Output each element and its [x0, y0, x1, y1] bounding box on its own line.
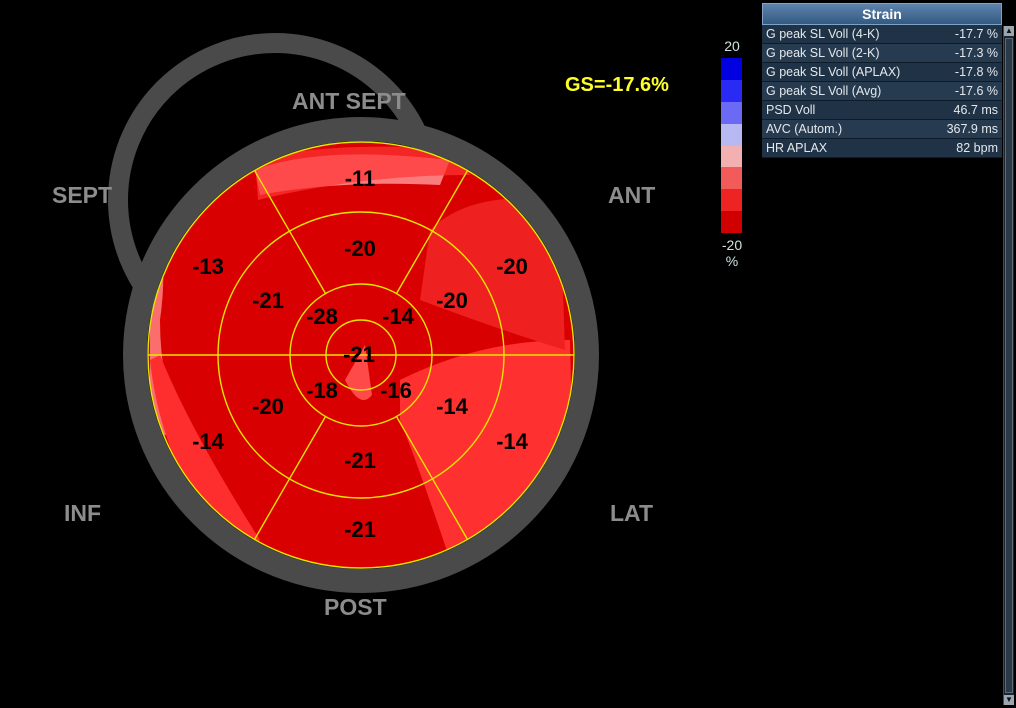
strain-row[interactable]: AVC (Autom.) 367.9 ms	[762, 120, 1002, 139]
segment-apical-anterior: -14	[382, 304, 415, 329]
segment-basal-anterolateral: -20	[496, 254, 528, 279]
scale-swatch	[721, 145, 742, 168]
strain-panel: Strain G peak SL Voll (4-K) -17.7 % G peak…	[762, 3, 1014, 705]
color-scale: 20 -20 %	[715, 38, 749, 269]
segment-apical-septal: -28	[306, 304, 338, 329]
strain-row-label: G peak SL Voll (APLAX)	[766, 65, 901, 79]
bullseye-view: -11 -20 -14 -21 -14 -13 -20 -20 -14 -21 …	[0, 0, 1016, 708]
label-sept: SEPT	[52, 182, 113, 208]
segment-basal-inferior: -21	[344, 517, 376, 542]
strain-row-value: -17.6 %	[954, 84, 998, 98]
strain-row[interactable]: G peak SL Voll (Avg) -17.6 %	[762, 82, 1002, 101]
scale-swatch	[721, 211, 742, 233]
segment-basal-inferolateral: -14	[496, 429, 529, 454]
label-ant: ANT	[608, 182, 656, 208]
strain-row[interactable]: PSD Voll 46.7 ms	[762, 101, 1002, 120]
strain-row-label: G peak SL Voll (Avg)	[766, 84, 882, 98]
scale-min-label: -20	[721, 237, 743, 253]
strain-row[interactable]: G peak SL Voll (4-K) -17.7 %	[762, 25, 1002, 44]
segment-mid-anteroseptal: -21	[252, 288, 284, 313]
label-inf: INF	[64, 500, 102, 526]
scale-swatch	[721, 58, 742, 80]
strain-row[interactable]: HR APLAX 82 bpm	[762, 139, 1002, 158]
strain-row-value: 82 bpm	[956, 141, 998, 155]
scale-swatch	[721, 189, 742, 212]
segment-basal-anteroseptal: -13	[192, 254, 224, 279]
strain-row-label: G peak SL Voll (4-K)	[766, 27, 880, 41]
scrollbar-thumb[interactable]	[1005, 38, 1013, 693]
scale-colorbar	[721, 58, 742, 233]
strain-row-value: -17.3 %	[954, 46, 998, 60]
strain-row[interactable]: G peak SL Voll (APLAX) -17.8 %	[762, 63, 1002, 82]
segment-apical-lateral: -16	[380, 378, 412, 403]
scale-swatch	[721, 101, 742, 124]
strain-panel-scrollbar[interactable]: ▲ ▼	[1003, 26, 1014, 705]
strain-row-label: HR APLAX	[766, 141, 828, 155]
scale-unit-label: %	[725, 253, 739, 269]
scale-swatch	[721, 79, 742, 102]
global-strain-value: GS=-17.6%	[565, 74, 669, 96]
strain-panel-title[interactable]: Strain	[762, 3, 1002, 25]
segment-mid-anterior: -20	[344, 236, 376, 261]
segment-basal-inferoseptal: -14	[192, 429, 225, 454]
strain-row-value: 367.9 ms	[946, 122, 998, 136]
label-post: POST	[324, 594, 387, 620]
segment-basal-anterior: -11	[345, 166, 376, 191]
segment-apical-inferior: -18	[306, 378, 338, 403]
strain-table: G peak SL Voll (4-K) -17.7 % G peak SL Vol…	[762, 25, 1002, 158]
scale-swatch	[721, 123, 742, 146]
strain-row[interactable]: G peak SL Voll (2-K) -17.3 %	[762, 44, 1002, 63]
segment-mid-inferolateral: -14	[436, 394, 469, 419]
scale-swatch	[721, 167, 742, 190]
label-lat: LAT	[610, 500, 654, 526]
segment-apex: -21	[343, 342, 375, 367]
strain-row-value: -17.8 %	[954, 65, 998, 79]
strain-row-value: -17.7 %	[954, 27, 998, 41]
strain-row-label: G peak SL Voll (2-K)	[766, 46, 880, 60]
arrow-down-icon[interactable]: ▼	[1004, 695, 1014, 705]
arrow-up-icon[interactable]: ▲	[1004, 26, 1014, 36]
segment-mid-inferoseptal: -20	[252, 394, 284, 419]
segment-mid-anterolateral: -20	[436, 288, 468, 313]
label-ant-sept: ANT SEPT	[292, 88, 406, 114]
strain-row-label: AVC (Autom.)	[766, 122, 843, 136]
strain-row-label: PSD Voll	[766, 103, 816, 117]
segment-mid-inferior: -21	[344, 448, 376, 473]
scale-max-label: 20	[724, 38, 740, 54]
strain-row-value: 46.7 ms	[953, 103, 998, 117]
